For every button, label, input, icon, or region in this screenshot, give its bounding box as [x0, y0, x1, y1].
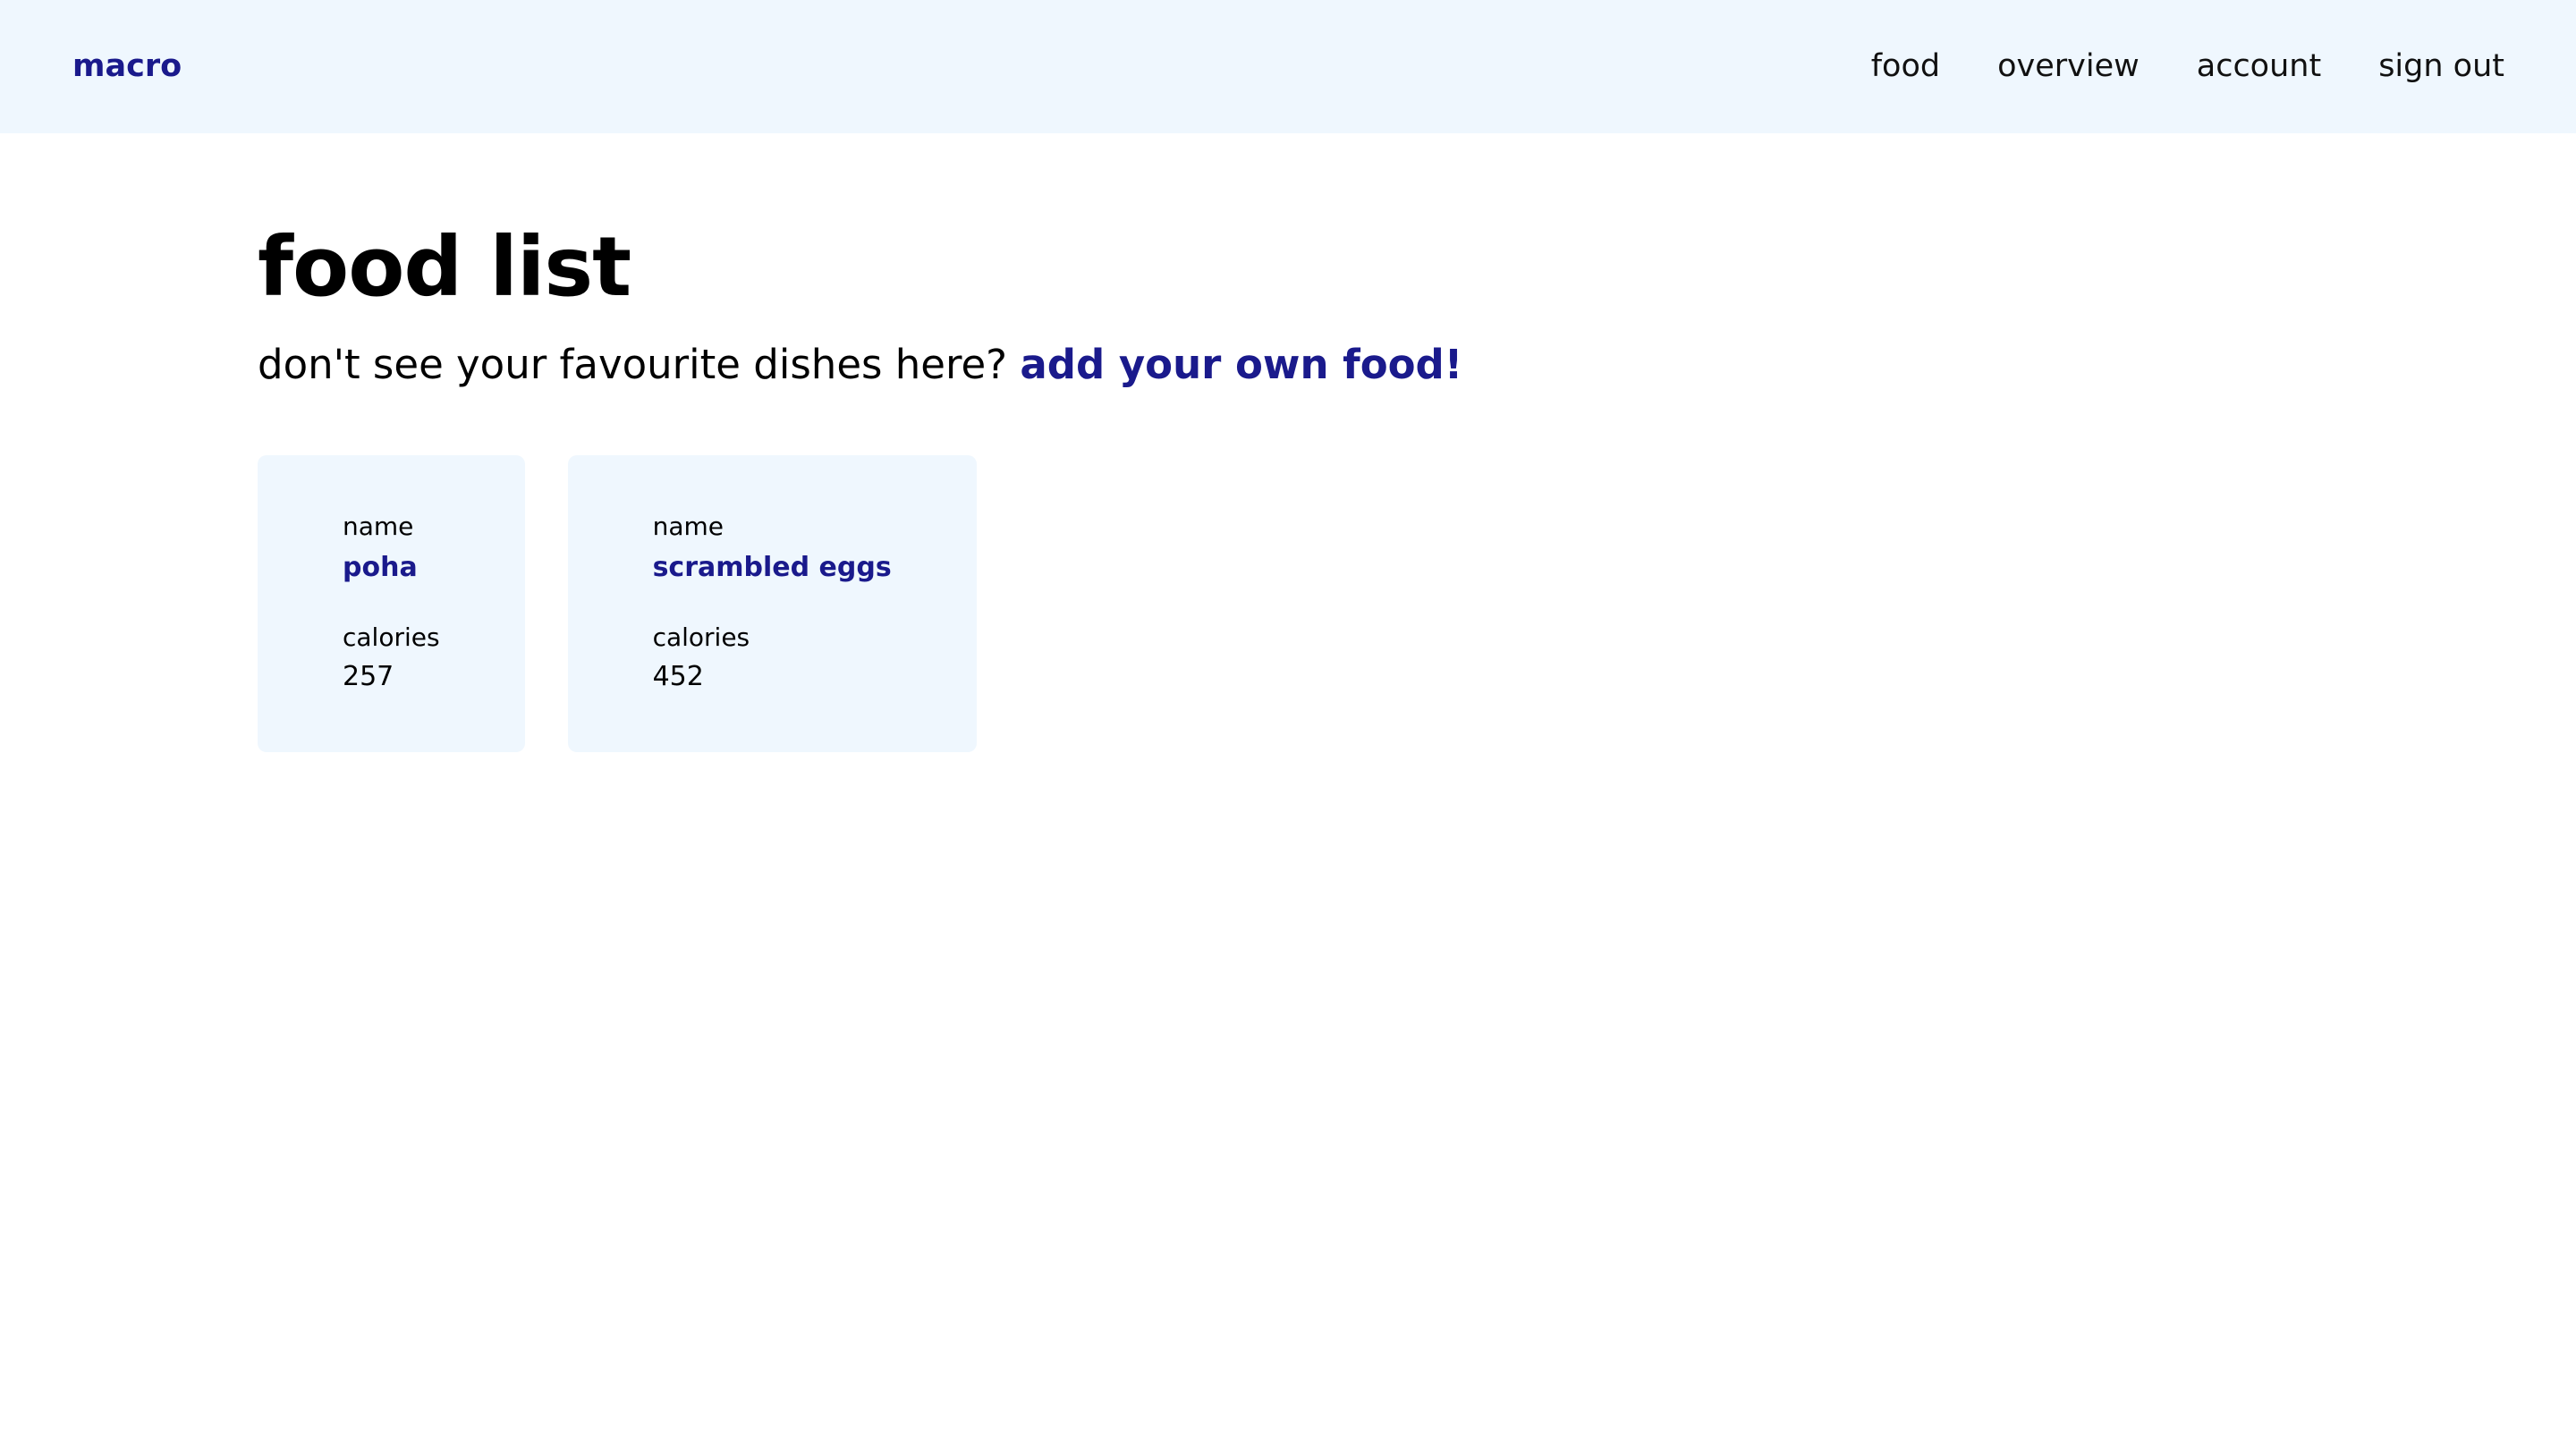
- food-calories-value: 452: [652, 661, 704, 692]
- food-card[interactable]: name scrambled eggs calories 452: [567, 455, 977, 752]
- page-title: food list: [258, 219, 631, 315]
- nav-link-account[interactable]: account: [2197, 41, 2321, 91]
- navbar: macro food overview account sign out: [0, 0, 2576, 133]
- nav-link-food[interactable]: food: [1871, 41, 1940, 91]
- food-name-label: name: [343, 512, 414, 541]
- food-name-label: name: [652, 512, 724, 541]
- nav-link-overview[interactable]: overview: [1997, 41, 2140, 91]
- brand-logo-link[interactable]: macro: [72, 43, 182, 89]
- nav-link-sign-out[interactable]: sign out: [2378, 41, 2504, 91]
- food-calories-value: 257: [343, 661, 394, 692]
- food-card-list: name poha calories 257 name scrambled eg…: [258, 455, 977, 752]
- food-calories-label: calories: [652, 622, 750, 652]
- food-card[interactable]: name poha calories 257: [258, 455, 525, 752]
- food-name-value: scrambled eggs: [652, 552, 892, 583]
- nav-links: food overview account sign out: [1871, 41, 2504, 91]
- food-name-value: poha: [343, 552, 418, 583]
- page-subtitle: don't see your favourite dishes here? ad…: [258, 334, 1462, 396]
- food-calories-label: calories: [343, 622, 440, 652]
- add-food-link[interactable]: add your own food!: [1020, 341, 1462, 388]
- subtitle-text: don't see your favourite dishes here?: [258, 341, 1008, 388]
